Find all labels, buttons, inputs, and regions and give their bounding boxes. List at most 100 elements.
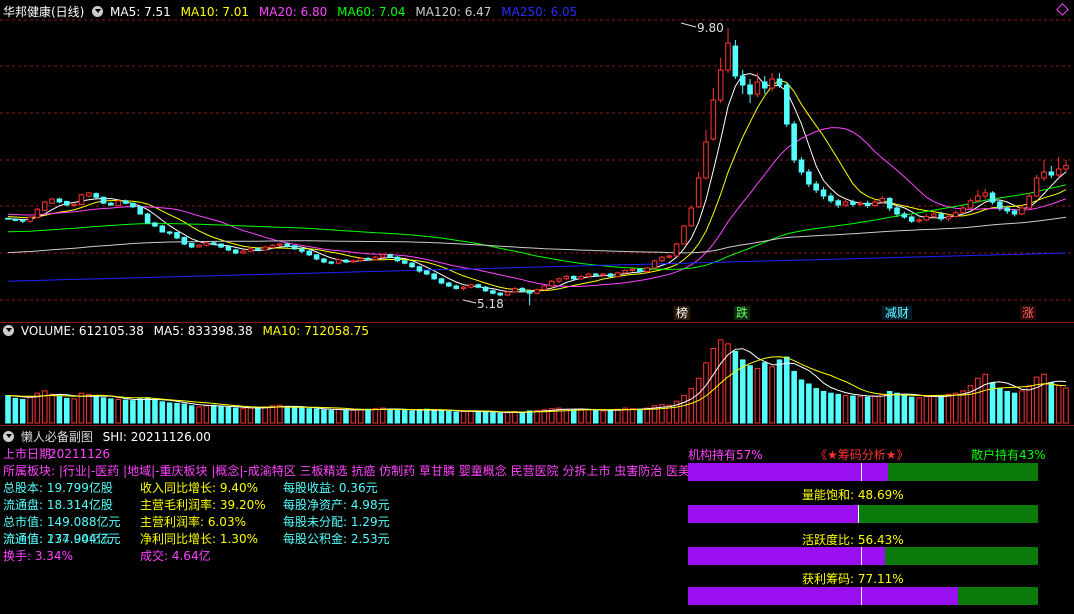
candle-up xyxy=(975,195,981,202)
sub-dropdown-icon[interactable] xyxy=(3,431,14,442)
candle-down xyxy=(850,201,856,205)
volume-bar-up xyxy=(196,406,202,424)
volume-bar-up xyxy=(600,410,606,424)
candle-up xyxy=(460,286,467,289)
volume-bar-down xyxy=(64,397,70,424)
chip-bar-3 xyxy=(688,547,1038,565)
volume-bar-down xyxy=(93,395,99,424)
candle-up xyxy=(203,242,210,246)
volume-bar-down xyxy=(431,409,437,424)
candle-up xyxy=(350,260,357,263)
volume-bar-down xyxy=(188,405,195,424)
volume-bar-down xyxy=(225,407,232,424)
chip-bar-3-fill xyxy=(688,547,886,565)
volume-bar-down xyxy=(255,407,261,424)
high-pointer xyxy=(680,22,697,28)
volume-bar-down xyxy=(570,409,577,424)
volume-bar-up xyxy=(688,388,695,424)
volume-bar-up xyxy=(512,411,518,424)
chip-analysis-title: 《★筹码分析★》 xyxy=(815,448,909,462)
volume-bar-up xyxy=(49,393,55,424)
sub-name: 懒人必备副图 xyxy=(20,430,93,444)
volume-bar-up xyxy=(27,396,33,424)
volume-bar-down xyxy=(365,408,371,424)
list-date: 上市日期:20211126 xyxy=(3,447,111,461)
candle-up xyxy=(872,201,878,207)
volume-bar-down xyxy=(313,408,320,424)
candle-down xyxy=(761,81,768,89)
volume-bar-down xyxy=(130,400,136,424)
candle-up xyxy=(857,202,864,205)
marker-die[interactable]: 跌 xyxy=(734,306,750,320)
volume-bar-down xyxy=(343,409,349,424)
volume-bar-up xyxy=(585,409,592,424)
candle-down xyxy=(152,222,158,227)
candle-up xyxy=(710,99,717,140)
volume-bar-up xyxy=(379,407,386,424)
candle-up xyxy=(41,201,48,211)
volume-bar-up xyxy=(277,404,283,424)
candle-down xyxy=(416,266,423,272)
candle-down xyxy=(313,254,320,260)
candle-down xyxy=(328,261,335,264)
volume-bar-up xyxy=(710,347,717,424)
volume-bar-down xyxy=(409,410,415,424)
candle-down xyxy=(475,284,481,288)
candle-up xyxy=(1041,171,1047,179)
candle-up xyxy=(879,197,886,203)
candle-down xyxy=(864,202,871,207)
volume-bar-up xyxy=(703,362,709,424)
candle-up xyxy=(379,254,386,258)
volume-bar-down xyxy=(637,408,643,424)
candle-up xyxy=(666,255,673,258)
candle-down xyxy=(747,84,753,95)
volume-bar-up xyxy=(86,393,92,424)
candle-up xyxy=(269,244,276,249)
volume-bar-up xyxy=(923,396,930,424)
volume-bar-down xyxy=(446,411,452,424)
candle-up xyxy=(196,244,202,248)
marker-bang[interactable]: 榜 xyxy=(674,306,690,320)
candle-down xyxy=(365,257,371,261)
candle-up xyxy=(585,273,592,277)
volume-bar-up xyxy=(504,412,511,424)
candle-down xyxy=(497,292,504,296)
volume-bar-down xyxy=(387,408,393,424)
volume-bar-down xyxy=(416,409,423,424)
volume-bar-down xyxy=(761,362,768,424)
volume-bar-down xyxy=(299,407,305,424)
volume-bar-down xyxy=(453,411,459,424)
volume-bar-up xyxy=(357,409,364,424)
chip-bar-4-marker xyxy=(861,587,862,605)
price-high-label: 9.80 xyxy=(697,21,724,35)
volume-bar-down xyxy=(12,397,19,424)
gross-margin: 主营毛利润率: 39.20% xyxy=(140,498,266,512)
candle-down xyxy=(820,189,827,197)
profit-margin: 主营利润率: 6.03% xyxy=(140,515,246,529)
volume-bar-down xyxy=(159,401,166,424)
volume-bar-down xyxy=(482,411,489,424)
marker-zhang[interactable]: 涨 xyxy=(1020,306,1036,320)
volume-bar-up xyxy=(578,408,584,424)
candle-up xyxy=(916,219,922,222)
candle-down xyxy=(776,78,783,86)
candle-down xyxy=(637,268,643,273)
candle-up xyxy=(673,243,680,257)
marker-jiancai[interactable]: 减财 xyxy=(882,306,912,320)
volume-bar-up xyxy=(115,398,121,424)
volume-bar-down xyxy=(850,395,856,424)
volume-bar-down xyxy=(886,390,893,424)
candle-up xyxy=(982,192,988,197)
candle-down xyxy=(306,250,313,256)
candlesticks xyxy=(5,28,1069,306)
volume-bar-down xyxy=(1011,392,1018,424)
volume-bar-down xyxy=(306,408,313,424)
chip-bar-4-fill xyxy=(688,587,958,605)
volume-bar-down xyxy=(328,409,335,424)
candle-down xyxy=(159,225,166,233)
volume-bar-up xyxy=(269,405,276,424)
volume-bar-down xyxy=(526,410,533,424)
volume-bar-down xyxy=(321,409,327,424)
volume-bar-down xyxy=(401,409,408,424)
candle-down xyxy=(299,248,305,252)
